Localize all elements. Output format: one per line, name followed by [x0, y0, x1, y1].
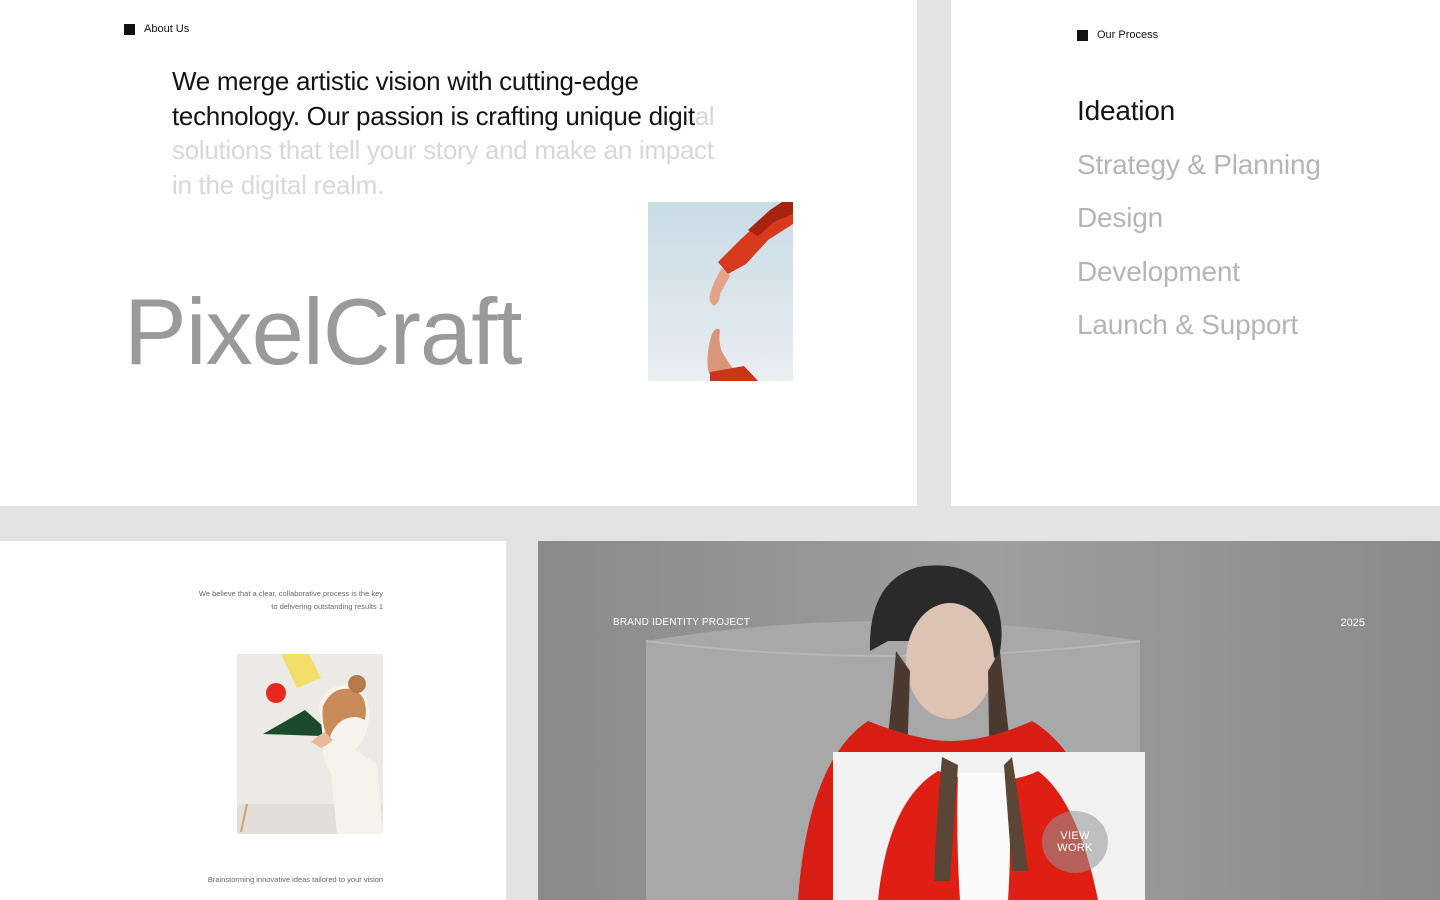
- process-step-development[interactable]: Development: [1077, 245, 1321, 299]
- lead-line-3: solutions that tell your story and make …: [172, 135, 714, 165]
- project-year: 2025: [1340, 617, 1365, 629]
- belief-caption-line-2: to delivering outstanding results 1: [271, 601, 383, 611]
- square-bullet-icon: [1077, 29, 1088, 41]
- lead-line-1: We merge artistic vision with cutting-ed…: [172, 66, 639, 96]
- process-panel: Our Process Ideation Strategy & Planning…: [951, 0, 1440, 506]
- belief-panel: We believe that a clear, collaborative p…: [0, 541, 506, 900]
- view-work-label-line-2: WORK: [1057, 842, 1093, 854]
- process-step-launch[interactable]: Launch & Support: [1077, 298, 1321, 352]
- view-work-label-line-1: VIEW: [1060, 829, 1090, 842]
- lead-line-2-tail: al: [694, 100, 715, 131]
- about-panel: About Us We merge artistic vision with c…: [0, 0, 917, 506]
- belief-caption-top: We believe that a clear, collaborative p…: [199, 588, 383, 613]
- about-lead-text: We merge artistic vision with cutting-ed…: [172, 64, 792, 202]
- view-work-button[interactable]: VIEW WORK: [1042, 811, 1108, 873]
- artist-painting-photo: [237, 654, 383, 834]
- belief-caption-line-1: We believe that a clear, collaborative p…: [198, 589, 383, 598]
- reaching-hands-photo: [648, 202, 793, 381]
- belief-caption-bottom: Brainstorming innovative ideas tailored …: [207, 875, 383, 884]
- about-tag-label: About Us: [144, 23, 190, 35]
- process-step-design[interactable]: Design: [1077, 191, 1321, 245]
- process-step-ideation[interactable]: Ideation: [1077, 84, 1321, 138]
- square-bullet-icon: [124, 23, 135, 35]
- project-title: BRAND IDENTITY PROJECT: [613, 617, 751, 628]
- lead-line-2: technology. Our passion is crafting uniq…: [172, 100, 695, 131]
- about-section-tag: About Us: [124, 23, 189, 35]
- process-section-tag: Our Process: [1077, 29, 1158, 41]
- process-steps-list: Ideation Strategy & Planning Design Deve…: [1077, 84, 1321, 352]
- process-tag-label: Our Process: [1097, 29, 1159, 41]
- process-step-strategy[interactable]: Strategy & Planning: [1077, 138, 1321, 192]
- brand-wordmark: PixelCraft: [124, 279, 522, 384]
- project-portrait-photo: [538, 541, 1440, 900]
- lead-line-4: in the digital realm.: [172, 169, 384, 200]
- project-panel: BRAND IDENTITY PROJECT 2025 VIEW WORK: [538, 541, 1440, 900]
